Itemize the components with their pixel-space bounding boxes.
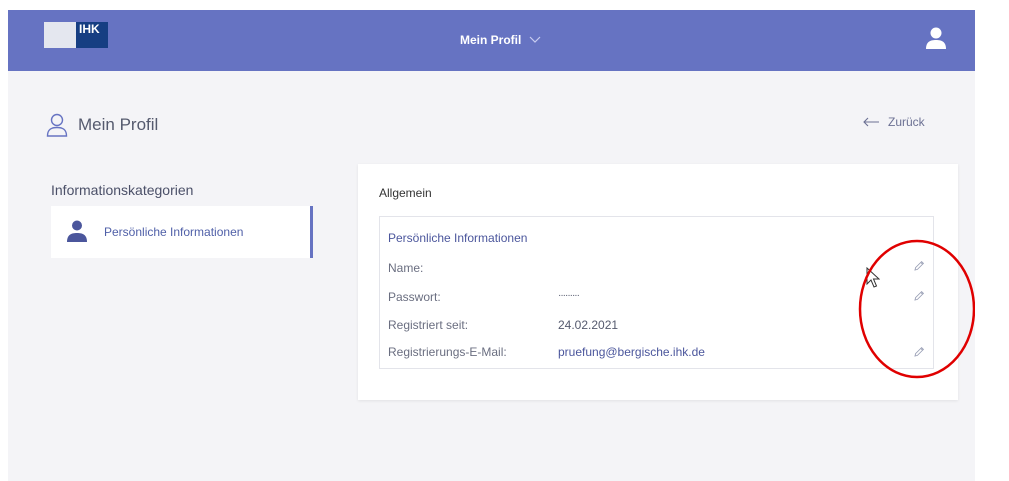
categories-heading: Informationskategorien xyxy=(51,182,194,198)
sidebar-item-personal-info[interactable]: Persönliche Informationen xyxy=(51,206,313,258)
back-label: Zurück xyxy=(888,115,925,129)
registered-since-label: Registriert seit: xyxy=(388,318,469,332)
ihk-logo[interactable]: IHK xyxy=(44,22,108,48)
registration-email-label: Registrierungs-E-Mail: xyxy=(388,345,507,359)
nav-title: Mein Profil xyxy=(460,33,522,47)
chevron-down-icon xyxy=(529,36,541,43)
sidebar-item-label: Persönliche Informationen xyxy=(104,225,244,239)
registered-since-value: 24.02.2021 xyxy=(558,318,619,332)
top-bar: IHK Mein Profil xyxy=(8,10,975,71)
arrow-left-icon xyxy=(863,117,879,127)
page-title-text: Mein Profil xyxy=(78,115,159,134)
box-title: Persönliche Informationen xyxy=(388,231,528,245)
password-label: Passwort: xyxy=(388,290,441,304)
personal-info-box: Persönliche Informationen Name: Passwort… xyxy=(379,216,934,369)
pencil-icon[interactable] xyxy=(913,260,925,272)
app-window: IHK Mein Profil Mein Profil Zurück Infor… xyxy=(8,10,975,481)
person-icon xyxy=(67,220,87,242)
registration-email-value: pruefung@bergische.ihk.de xyxy=(558,345,705,359)
page-title: Mein Profil xyxy=(46,113,158,137)
mouse-cursor-icon xyxy=(866,267,880,288)
profile-outline-icon xyxy=(46,113,68,137)
pencil-icon[interactable] xyxy=(913,290,925,302)
logo-text: IHK xyxy=(76,22,108,48)
name-label: Name: xyxy=(388,261,424,275)
pencil-icon[interactable] xyxy=(913,346,925,358)
profile-nav-dropdown[interactable]: Mein Profil xyxy=(460,29,541,51)
password-value: ········· xyxy=(558,290,580,301)
user-account-icon[interactable] xyxy=(924,26,948,50)
back-link[interactable]: Zurück xyxy=(862,115,925,129)
section-title: Allgemein xyxy=(379,186,432,200)
